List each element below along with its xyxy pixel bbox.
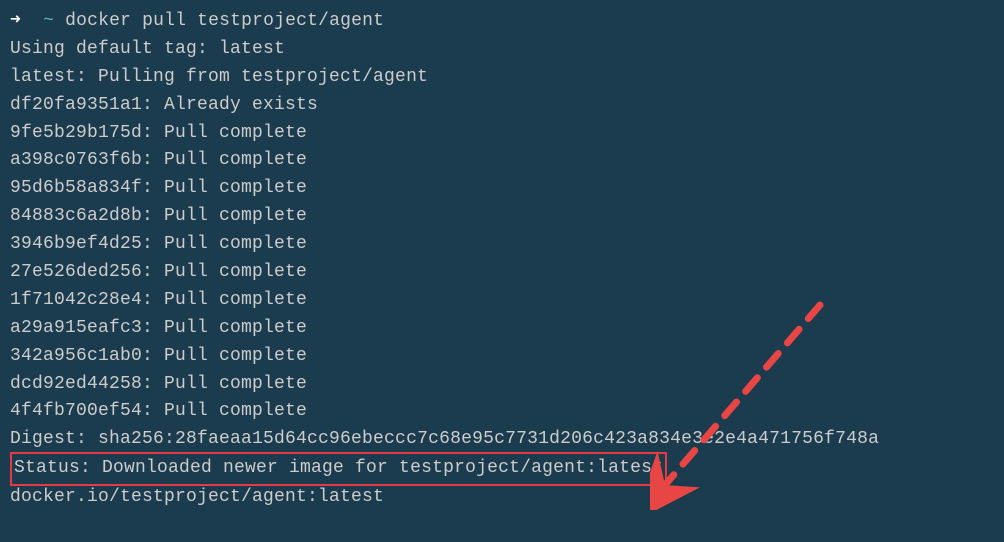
output-line: a398c0763f6b: Pull complete: [10, 147, 994, 175]
command-text: docker pull testproject/agent: [65, 11, 384, 31]
output-line: dcd92ed44258: Pull complete: [10, 371, 994, 399]
status-line-highlighted: Status: Downloaded newer image for testp…: [10, 452, 667, 486]
output-line: 27e526ded256: Pull complete: [10, 259, 994, 287]
output-line: a29a915eafc3: Pull complete: [10, 315, 994, 343]
output-line: 4f4fb700ef54: Pull complete: [10, 398, 994, 426]
output-line: 3946b9ef4d25: Pull complete: [10, 231, 994, 259]
prompt-arrow-icon: ➜: [10, 11, 21, 31]
output-line: df20fa9351a1: Already exists: [10, 92, 994, 120]
output-line: latest: Pulling from testproject/agent: [10, 64, 994, 92]
output-line: 9fe5b29b175d: Pull complete: [10, 120, 994, 148]
output-line: 84883c6a2d8b: Pull complete: [10, 203, 994, 231]
prompt-directory: ~: [43, 11, 54, 31]
output-line: 342a956c1ab0: Pull complete: [10, 343, 994, 371]
output-final-line: docker.io/testproject/agent:latest: [10, 484, 994, 512]
output-line: Using default tag: latest: [10, 36, 994, 64]
command-prompt-line[interactable]: ➜ ~ docker pull testproject/agent: [10, 8, 994, 36]
output-line: 95d6b58a834f: Pull complete: [10, 175, 994, 203]
output-line: 1f71042c28e4: Pull complete: [10, 287, 994, 315]
output-digest-line: Digest: sha256:28faeaa15d64cc96ebeccc7c6…: [10, 426, 994, 454]
